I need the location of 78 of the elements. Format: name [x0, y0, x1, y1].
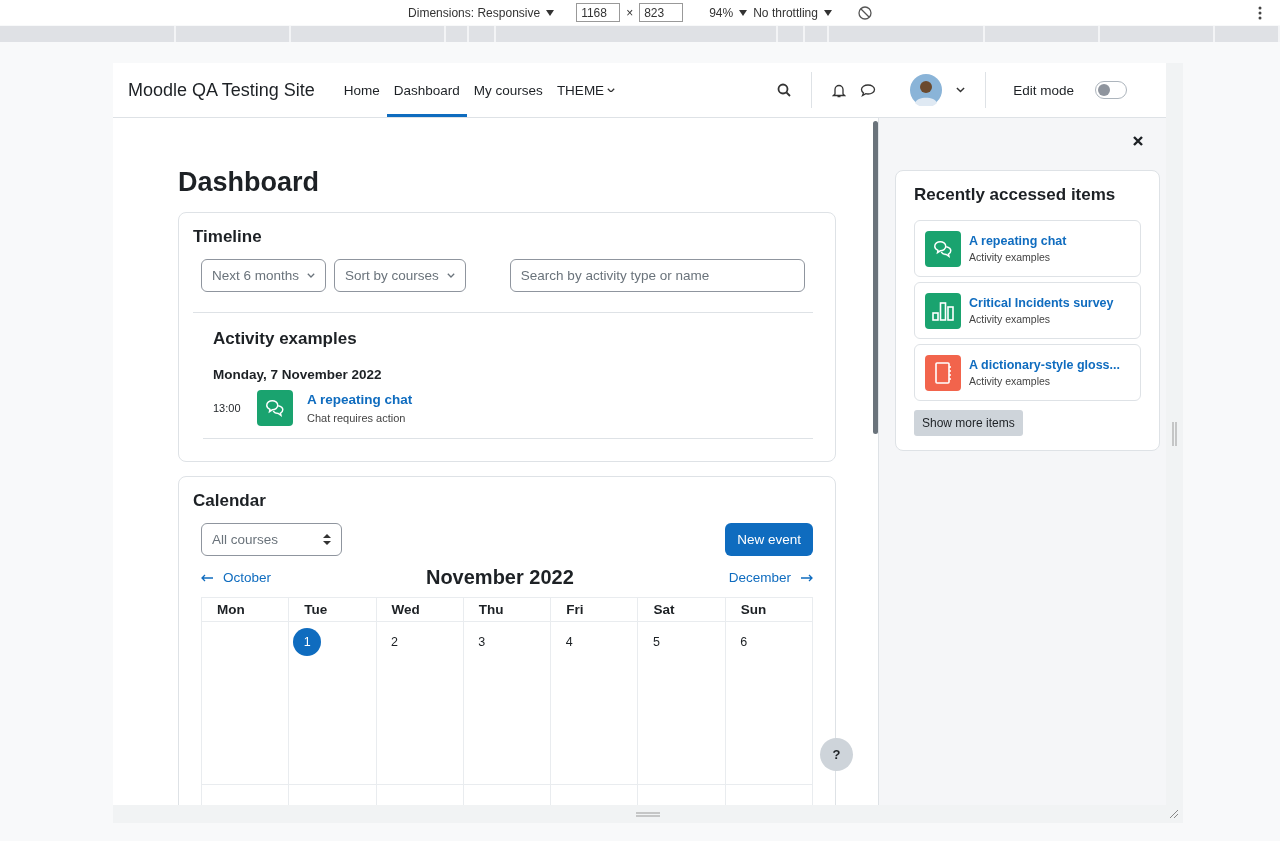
show-more-button[interactable]: Show more items [914, 410, 1023, 436]
day-number[interactable]: 6 [729, 628, 758, 656]
day-number[interactable]: 5 [642, 628, 671, 656]
weekday-header: Sat [638, 598, 726, 622]
height-field[interactable]: 823 [639, 3, 684, 22]
new-event-button[interactable]: New event [725, 523, 813, 556]
day-number[interactable]: 2 [380, 628, 409, 656]
caret-icon [607, 87, 616, 93]
close-icon[interactable] [1133, 136, 1143, 146]
card-title: Recently accessed items [914, 185, 1117, 205]
caret-icon [546, 9, 555, 16]
day-number[interactable]: 4 [555, 628, 584, 656]
scrollbar-thumb[interactable] [873, 121, 878, 434]
weekday-header: Fri [551, 598, 639, 622]
left-arrow-icon [201, 573, 213, 582]
recent-item[interactable]: Critical Incidents survey Activity examples [914, 282, 1141, 339]
nav-link[interactable]: Home [336, 63, 387, 117]
filter-dropdown[interactable]: Next 6 months [201, 259, 327, 292]
right-arrow-icon [801, 573, 813, 582]
dimensions-dropdown[interactable]: Dimensions: Responsive [408, 5, 541, 20]
speech-bubble-icon[interactable] [860, 83, 877, 97]
caret-icon [823, 9, 832, 16]
notebook-icon [933, 360, 953, 385]
card-title: Calendar [193, 491, 267, 511]
recent-item[interactable]: A dictionary-style gloss... Activity examples [914, 344, 1141, 401]
page-title: Dashboard [178, 167, 321, 198]
course-title: Activity examples [213, 329, 358, 349]
item-course: Activity examples [969, 251, 1052, 263]
weekday-header: Thu [463, 598, 552, 622]
bell-icon[interactable] [832, 82, 847, 98]
zoom-dropdown[interactable]: 94% [709, 5, 734, 20]
item-link[interactable]: A dictionary-style gloss... [969, 358, 1120, 372]
weekday-header: Wed [376, 598, 464, 622]
event-link[interactable]: A repeating chat [307, 392, 413, 407]
month-title: November 2022 [425, 566, 574, 589]
nav-link[interactable]: Dashboard [386, 63, 467, 117]
block-icon[interactable] [857, 5, 872, 20]
caret-icon [446, 273, 455, 278]
nav-link[interactable]: THEME [549, 63, 623, 117]
item-link[interactable]: A repeating chat [969, 234, 1067, 248]
width-field[interactable]: 1168 [576, 3, 621, 22]
event-status: Chat requires action [307, 412, 407, 424]
edit-mode-switch[interactable] [1095, 81, 1127, 99]
item-course: Activity examples [969, 313, 1052, 325]
edit-mode-label: Edit mode [1012, 81, 1075, 100]
caret-icon [307, 273, 316, 278]
help-button[interactable]: ? [820, 738, 853, 771]
throttling-dropdown[interactable]: No throttling [753, 5, 818, 20]
search-field[interactable]: Search by activity type or name [509, 259, 805, 292]
search-icon[interactable] [777, 83, 792, 97]
nav-link[interactable]: My courses [466, 63, 550, 117]
site-name[interactable]: Moodle QA Testing Site [128, 79, 315, 101]
filter-dropdown[interactable]: Sort by courses [334, 259, 466, 292]
caret-icon [956, 87, 966, 93]
bar-chart-icon [931, 299, 955, 322]
previous-month-link[interactable]: October [201, 570, 272, 585]
event-time: 13:00 [213, 402, 242, 414]
day-number[interactable]: 1 [293, 628, 322, 656]
sort-arrows-icon [323, 534, 331, 545]
resize-handle-icon[interactable] [636, 811, 660, 817]
user-avatar[interactable] [910, 74, 943, 106]
next-month-link[interactable]: December [728, 570, 813, 585]
chat-bubbles-icon [264, 397, 286, 419]
resize-handle-icon[interactable] [1172, 422, 1177, 446]
card-title: Timeline [193, 227, 263, 247]
weekday-header: Sun [725, 598, 813, 622]
item-link[interactable]: Critical Incidents survey [969, 296, 1114, 310]
more-icon[interactable] [1258, 6, 1262, 20]
item-course: Activity examples [969, 375, 1052, 387]
recent-item[interactable]: A repeating chat Activity examples [914, 220, 1141, 277]
corner-resize-icon[interactable] [1169, 809, 1179, 819]
caret-icon [739, 9, 748, 16]
weekday-header: Tue [289, 598, 377, 622]
course-dropdown[interactable]: All courses [201, 523, 342, 556]
times-sign: × [626, 5, 634, 20]
day-number[interactable]: 3 [467, 628, 496, 656]
weekday-header: Mon [202, 598, 290, 622]
event-date: Monday, 7 November 2022 [213, 367, 383, 382]
